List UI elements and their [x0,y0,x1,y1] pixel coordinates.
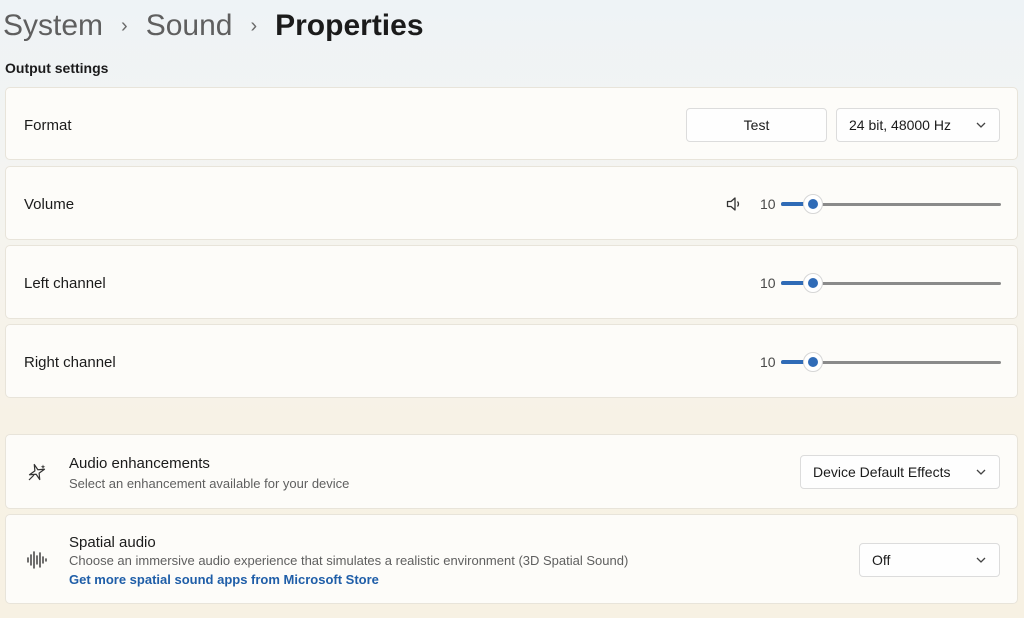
sound-wave-icon [27,551,47,569]
breadcrumb-separator: › [250,14,258,37]
chevron-down-icon [976,557,986,563]
right-channel-value: 10 [760,354,776,370]
volume-slider[interactable] [781,194,1001,214]
spatial-audio-title: Spatial audio [69,534,156,551]
right-channel-label: Right channel [24,354,116,371]
volume-label: Volume [24,196,75,213]
output-settings-heading: Output settings [5,60,109,76]
page-title: Properties [275,9,424,42]
microsoft-store-link[interactable]: Get more spatial sound apps from Microso… [69,572,379,587]
spatial-audio-dropdown-value: Off [872,552,891,568]
format-card: Format Test 24 bit, 48000 Hz [5,87,1018,160]
slider-thumb[interactable] [803,352,823,372]
spatial-audio-dropdown[interactable]: Off [859,543,1000,577]
spatial-audio-card: Spatial audio Choose an immersive audio … [5,514,1018,604]
left-channel-card: Left channel 10 [5,245,1018,319]
right-channel-slider[interactable] [781,352,1001,372]
audio-enhancements-description: Select an enhancement available for your… [69,476,350,491]
breadcrumb-sound[interactable]: Sound [146,9,233,43]
slider-thumb[interactable] [803,273,823,293]
breadcrumb: System › Sound › Properties [3,4,424,48]
volume-value: 10 [760,196,776,212]
breadcrumb-system[interactable]: System [3,9,103,43]
breadcrumb-separator: › [121,14,128,37]
audio-enhancements-dropdown-value: Device Default Effects [813,464,951,480]
sparkle-icon [28,463,46,481]
left-channel-slider[interactable] [781,273,1001,293]
format-dropdown[interactable]: 24 bit, 48000 Hz [836,108,1000,142]
spatial-audio-description: Choose an immersive audio experience tha… [69,553,629,568]
audio-enhancements-card: Audio enhancements Select an enhancement… [5,434,1018,509]
speaker-icon[interactable] [725,195,743,213]
volume-card: Volume 10 [5,166,1018,240]
right-channel-card: Right channel 10 [5,324,1018,398]
format-dropdown-value: 24 bit, 48000 Hz [849,117,951,133]
chevron-down-icon [976,122,986,128]
audio-enhancements-title: Audio enhancements [69,455,210,472]
left-channel-label: Left channel [24,275,106,292]
audio-enhancements-dropdown[interactable]: Device Default Effects [800,455,1000,489]
slider-thumb[interactable] [803,194,823,214]
test-button[interactable]: Test [686,108,827,142]
chevron-down-icon [976,469,986,475]
format-label: Format [24,117,72,134]
left-channel-value: 10 [760,275,776,291]
